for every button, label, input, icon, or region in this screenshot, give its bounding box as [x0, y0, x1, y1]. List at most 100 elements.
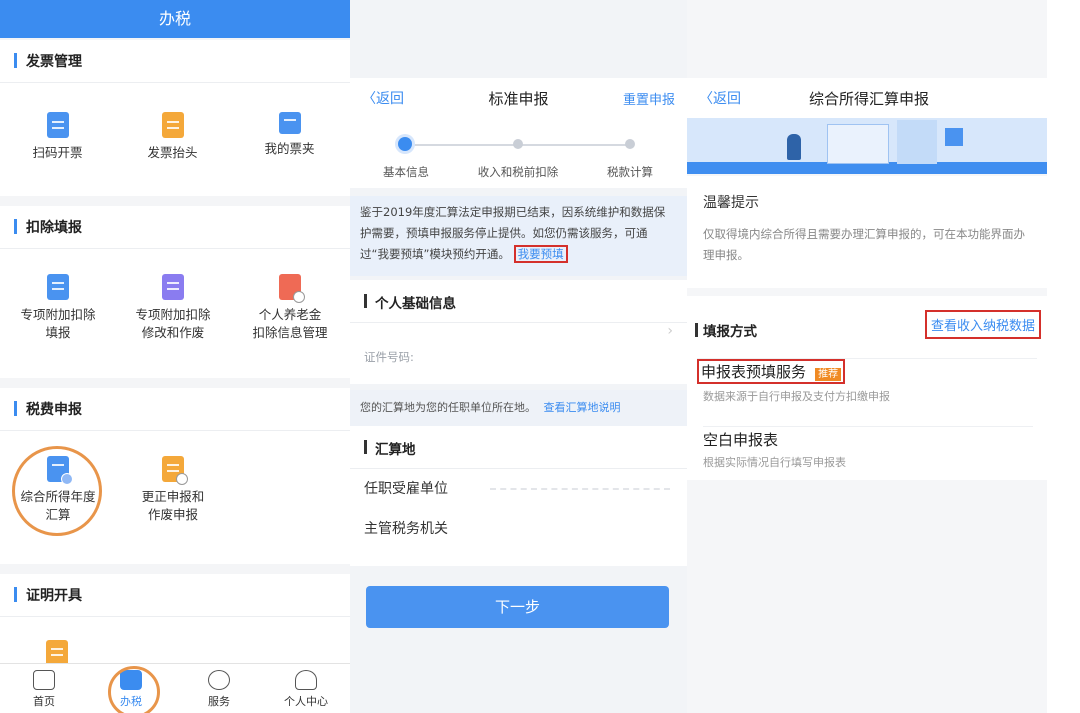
section-bar: [695, 323, 698, 337]
standard-filing-panel: 〈返回 标准申报 重置申报 基本信息 收入和税前扣除 税款计算 鉴于2019年度…: [350, 0, 687, 713]
tip-box: 温馨提示 仅取得境内综合所得且需要办理汇算申报的，可在本功能界面办理申报。: [687, 176, 1047, 288]
tab-home[interactable]: 首页: [9, 668, 79, 709]
step-dot: [513, 139, 523, 149]
bottom-tab-bar: 首页 办税 服务 个人中心: [0, 663, 350, 713]
pre-fill-link[interactable]: 我要预填: [513, 245, 568, 263]
employer-label: 任职受雇单位: [364, 481, 448, 497]
invoice-section: 发票管理 扫码开票 发票抬头 我的票夹: [0, 40, 350, 196]
notice-box: 鉴于2019年度汇算法定申报期已结束，因系统维护和数据保护需要，预填申报服务停止…: [350, 196, 687, 276]
section-title: 汇算地: [375, 442, 416, 458]
section-title: 发票管理: [26, 54, 82, 70]
next-step-button[interactable]: 下一步: [366, 586, 669, 628]
section-bar: [14, 401, 17, 416]
section-header: 证明开具: [0, 574, 350, 617]
tax-filing-section: 税费申报 综合所得年度 汇算 更正申报和 作废申报: [0, 388, 350, 564]
step-label: 收入和税前扣除: [477, 165, 559, 179]
tab-profile[interactable]: 个人中心: [271, 668, 341, 709]
item-label-line1: 专项附加扣除: [20, 307, 96, 322]
settlement-section: 汇算地 任职受雇单位 主管税务机关: [350, 426, 687, 566]
special-deduction-modify-item[interactable]: 专项附加扣除 修改和作废: [127, 274, 219, 342]
chevron-right-icon: ›: [667, 323, 673, 339]
item-label: 发票抬头: [147, 145, 198, 160]
progress-steps: 基本信息 收入和税前扣除 税款计算: [350, 118, 687, 188]
void-document-icon: [162, 456, 188, 485]
pension-deduction-item[interactable]: 个人养老金 扣除信息管理: [244, 274, 336, 342]
item-label-line2: 修改和作废: [141, 325, 205, 340]
item-label-line2: 扣除信息管理: [252, 325, 328, 340]
person-icon: [295, 670, 317, 690]
tip-title: 温馨提示: [703, 195, 759, 211]
id-number-label: 证件号码:: [364, 350, 414, 364]
certificate-section: 证明开具: [0, 574, 350, 674]
note-text: 您的汇算地为您的任职单位所在地。: [360, 401, 536, 414]
location-explain-link[interactable]: 查看汇算地说明: [544, 401, 621, 414]
blank-form-option[interactable]: 空白申报表 根据实际情况自行填写申报表: [703, 426, 1033, 479]
banner-illustration: [687, 118, 1047, 174]
home-icon: [33, 670, 55, 690]
reset-filing-button[interactable]: 重置申报: [623, 89, 675, 108]
step-label: 基本信息: [383, 165, 429, 179]
option-highlight: 申报表预填服务 推荐: [697, 359, 846, 384]
option-desc: 根据实际情况自行填写申报表: [703, 456, 846, 469]
tip-body: 仅取得境内综合所得且需要办理汇算申报的，可在本功能界面办理申报。: [703, 227, 1025, 262]
id-number-row[interactable]: 证件号码: ›: [350, 323, 687, 377]
option-title: 空白申报表: [703, 431, 779, 449]
section-title: 证明开具: [26, 588, 82, 604]
tab-label: 首页: [33, 695, 55, 708]
tab-label: 个人中心: [284, 695, 328, 708]
section-header: 税费申报: [0, 388, 350, 431]
invoice-title-icon: [161, 112, 184, 138]
nav-bar: 〈返回 综合所得汇算申报: [687, 78, 1047, 118]
section-bar: [14, 219, 17, 234]
section-title: 扣除填报: [26, 220, 82, 236]
ticket-wallet-item[interactable]: 我的票夹: [252, 112, 327, 158]
section-header: 发票管理: [0, 40, 350, 83]
section-bar: [364, 294, 367, 308]
page-title: 办税: [0, 0, 350, 38]
step-dot: [625, 139, 635, 149]
section-bar: [14, 587, 17, 602]
step-label: 税款计算: [607, 165, 653, 179]
section-header: 汇算地: [350, 426, 687, 469]
item-label: 我的票夹: [264, 141, 315, 156]
item-label-line1: 专项附加扣除: [135, 307, 211, 322]
recommend-badge: 推荐: [815, 368, 842, 381]
tax-office-label: 主管税务机关: [364, 521, 448, 537]
employer-value-placeholder[interactable]: [490, 488, 670, 490]
correct-filing-item[interactable]: 更正申报和 作废申报: [127, 456, 219, 524]
section-header: 扣除填报: [0, 206, 350, 249]
highlight-circle: [108, 666, 160, 713]
filing-method-box: 填报方式 查看收入纳税数据 申报表预填服务 推荐 数据来源于自行申报及支付方扣缴…: [687, 296, 1047, 480]
step-connector: [518, 144, 630, 146]
option-title-row: 申报表预填服务 推荐: [697, 359, 1037, 384]
heart-hands-icon: [208, 670, 230, 690]
section-bar: [14, 53, 17, 68]
item-label-line2: 作废申报: [147, 507, 198, 522]
section-title: 税费申报: [26, 402, 82, 418]
item-label: 扫码开票: [32, 145, 83, 160]
step-dot-active: [398, 137, 412, 151]
view-income-tax-data-link[interactable]: 查看收入纳税数据: [924, 310, 1041, 339]
scan-invoice-icon: [46, 112, 69, 138]
person-card-icon: [279, 274, 305, 303]
tab-label: 服务: [208, 695, 230, 708]
section-title: 填报方式: [703, 324, 757, 340]
personal-info-section: 个人基础信息 证件号码: ›: [350, 280, 687, 384]
invoice-title-item[interactable]: 发票抬头: [135, 112, 210, 162]
item-label-line1: 更正申报和: [141, 489, 205, 504]
section-title: 个人基础信息: [375, 296, 456, 312]
special-deduction-fill-item[interactable]: 专项附加扣除 填报: [12, 274, 104, 342]
prefill-option[interactable]: 申报表预填服务 推荐 数据来源于自行申报及支付方扣缴申报: [697, 358, 1037, 411]
edit-document-icon: [47, 274, 69, 300]
item-label-line1: 个人养老金: [258, 307, 322, 322]
wallet-icon: [278, 112, 301, 134]
settlement-location-note: 您的汇算地为您的任职单位所在地。 查看汇算地说明: [350, 390, 687, 426]
tab-service[interactable]: 服务: [184, 668, 254, 709]
deduction-section: 扣除填报 专项附加扣除 填报 专项附加扣除 修改和作废 个人养老金 扣除信息管理: [0, 206, 350, 378]
page-title: 综合所得汇算申报: [808, 90, 929, 108]
step-connector: [408, 144, 518, 146]
section-bar: [364, 440, 367, 454]
item-label-line2: 填报: [45, 325, 71, 340]
option-title: 申报表预填服务: [701, 363, 807, 381]
scan-invoice-item[interactable]: 扫码开票: [20, 112, 95, 162]
